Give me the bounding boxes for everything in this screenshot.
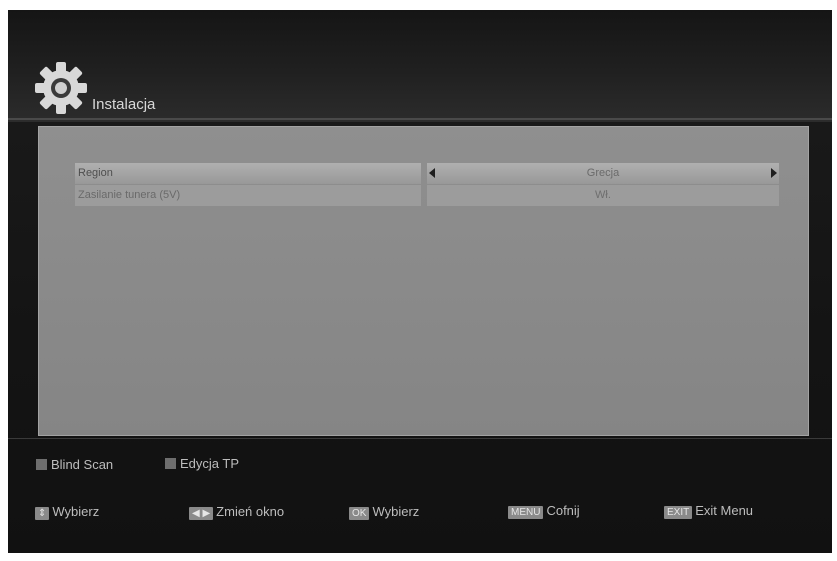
legend-exit: EXIT Exit Menu — [664, 503, 753, 519]
tp-edit-button[interactable]: Edycja TP — [165, 456, 239, 472]
legend-exit-label: Exit Menu — [695, 503, 754, 518]
legend-ok-label: Wybierz — [372, 504, 420, 519]
function-key-icon — [165, 458, 176, 469]
gear-icon — [35, 62, 87, 114]
setting-value-region: Grecja — [427, 163, 779, 184]
exit-key: EXIT — [664, 506, 693, 519]
legend-select: ⇕ Wybierz — [35, 504, 99, 520]
up-down-arrows-icon: ⇕ — [35, 507, 50, 520]
setting-value-tuner-power: Wł. — [427, 185, 779, 206]
legend-back-label: Cofnij — [546, 503, 580, 518]
footer-divider — [8, 438, 832, 439]
arrow-left-icon[interactable] — [429, 168, 435, 178]
header-divider — [8, 118, 832, 120]
arrow-right-icon[interactable] — [771, 168, 777, 178]
header-bar: Instalacja — [8, 10, 832, 122]
settings-panel: Region Grecja Zasilanie tunera (5V) Wł. — [38, 126, 809, 436]
tp-edit-label: Edycja TP — [180, 456, 240, 471]
ok-key: OK — [349, 507, 370, 520]
blind-scan-label: Blind Scan — [51, 457, 114, 472]
blind-scan-button[interactable]: Blind Scan — [36, 457, 113, 473]
legend-select-label: Wybierz — [52, 504, 100, 519]
legend-switch-window-label: Zmień okno — [216, 504, 285, 519]
function-key-icon — [36, 459, 47, 470]
menu-key: MENU — [508, 506, 544, 519]
installation-screen: Instalacja Region Grecja Zasilanie tuner… — [8, 10, 832, 553]
legend-ok: OK Wybierz — [349, 504, 419, 520]
setting-label-tuner-power: Zasilanie tunera (5V) — [75, 185, 421, 206]
setting-row-tuner-power[interactable]: Zasilanie tunera (5V) Wł. — [75, 185, 779, 206]
setting-row-region[interactable]: Region Grecja — [75, 163, 779, 184]
left-right-arrows-icon: ◀ ▶ — [189, 507, 214, 520]
setting-label-region: Region — [75, 163, 421, 184]
legend-back: MENU Cofnij — [508, 503, 580, 519]
page-title: Instalacja — [92, 96, 156, 113]
legend-switch-window: ◀ ▶ Zmień okno — [189, 504, 284, 520]
